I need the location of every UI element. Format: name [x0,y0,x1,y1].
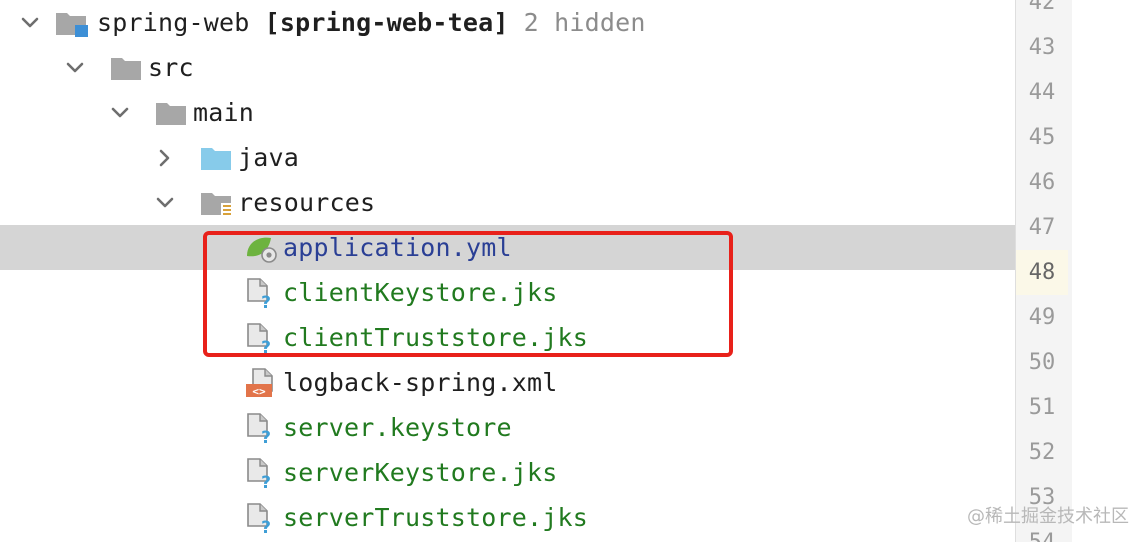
line-number: 45 [1028,125,1056,150]
tree-item-label: logback-spring.xml [283,368,558,397]
folder-icon [135,90,193,135]
chevron-down-icon[interactable] [150,180,180,225]
unknown-file-icon [245,270,283,315]
tree-item-label: src [148,53,194,82]
svg-text:<>: <> [252,385,266,398]
module-folder-icon [45,0,97,45]
file-client-truststore[interactable]: clientTruststore.jks [0,315,1015,360]
line-number: 47 [1028,215,1056,240]
file-server-keystore[interactable]: server.keystore [0,405,1015,450]
line-number: 50 [1028,350,1056,375]
unknown-file-icon [245,450,283,495]
chevron-down-icon[interactable] [105,90,135,135]
resources-folder-icon [180,180,238,225]
unknown-file-icon [245,495,283,540]
tree-item-label: main [193,98,255,127]
line-number-gutter: 42 43 44 45 46 47 48 49 50 51 52 53 54 [1015,0,1072,542]
tree-item-label: application.yml [283,233,512,262]
line-number: 44 [1028,80,1056,105]
unknown-file-icon [245,315,283,360]
project-tree: spring-web [spring-web-tea] 2 hidden src… [0,0,1015,542]
file-server-keystore-jks[interactable]: serverKeystore.jks [0,450,1015,495]
root-module-name: spring-web [97,8,250,37]
line-number: 42 [1028,0,1056,15]
current-line-number: 48 [1016,250,1068,295]
spring-yml-icon [245,225,283,270]
tree-item-label: java [238,143,300,172]
editor-area[interactable] [1072,0,1145,542]
line-number: 52 [1028,440,1056,465]
root-module-tag: [spring-web-tea] [264,8,509,37]
tree-item-main[interactable]: main [0,90,1015,135]
chevron-down-icon[interactable] [15,0,45,45]
tree-item-java[interactable]: java [0,135,1015,180]
chevron-down-icon[interactable] [60,45,90,90]
file-logback-spring-xml[interactable]: <> logback-spring.xml [0,360,1015,405]
tree-item-label: server.keystore [283,413,512,442]
source-folder-icon [180,135,238,180]
file-client-keystore[interactable]: clientKeystore.jks [0,270,1015,315]
tree-item-label: serverTruststore.jks [283,503,589,532]
line-number: 51 [1028,395,1056,420]
line-number: 49 [1028,305,1056,330]
file-application-yml[interactable]: application.yml [0,225,1015,270]
tree-item-label: clientTruststore.jks [283,323,589,352]
tree-item-label: resources [238,188,376,217]
unknown-file-icon [245,405,283,450]
line-number: 46 [1028,170,1056,195]
tree-item-label: clientKeystore.jks [283,278,558,307]
tree-root-row[interactable]: spring-web [spring-web-tea] 2 hidden [0,0,1015,45]
chevron-right-icon[interactable] [150,135,180,180]
watermark: @稀土掘金技术社区 [967,506,1129,527]
tree-item-resources[interactable]: resources [0,180,1015,225]
hidden-count: 2 hidden [523,8,646,37]
xml-file-icon: <> [245,360,283,405]
tree-item-src[interactable]: src [0,45,1015,90]
file-server-truststore[interactable]: serverTruststore.jks [0,495,1015,540]
folder-icon [90,45,148,90]
tree-item-label: serverKeystore.jks [283,458,558,487]
line-number: 43 [1028,35,1056,60]
